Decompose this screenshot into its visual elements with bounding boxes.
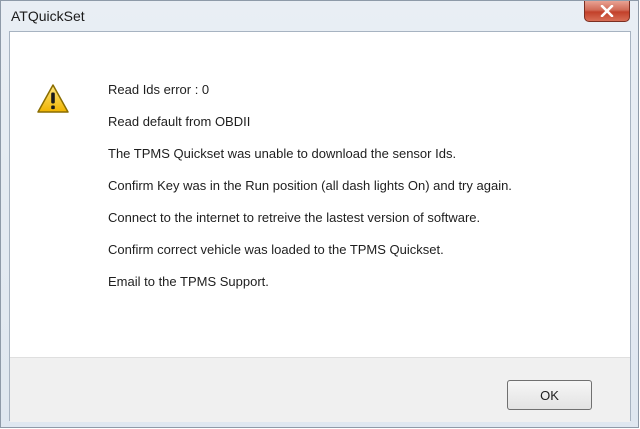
message-list: Read Ids error : 0 Read default from OBD…: [108, 74, 512, 298]
title-bar[interactable]: ATQuickSet: [1, 1, 638, 31]
dialog-client-area: Read Ids error : 0 Read default from OBD…: [9, 31, 631, 422]
message-line: Read default from OBDII: [108, 114, 251, 129]
message-area: Read Ids error : 0 Read default from OBD…: [10, 32, 630, 357]
dialog-window: ATQuickSet Read Ids error : 0 Read defau…: [0, 0, 639, 428]
warning-icon: [37, 84, 69, 113]
message-line: Confirm Key was in the Run position (all…: [108, 178, 512, 193]
close-icon: [600, 5, 614, 17]
button-bar: OK: [10, 357, 630, 422]
message-line: Confirm correct vehicle was loaded to th…: [108, 242, 444, 257]
message-line: Email to the TPMS Support.: [108, 274, 269, 289]
window-title: ATQuickSet: [11, 8, 85, 24]
message-line: Connect to the internet to retreive the …: [108, 210, 481, 225]
message-line: Read Ids error : 0: [108, 82, 210, 97]
ok-button[interactable]: OK: [507, 380, 592, 410]
message-line: The TPMS Quickset was unable to download…: [108, 146, 457, 161]
close-button[interactable]: [584, 1, 630, 22]
